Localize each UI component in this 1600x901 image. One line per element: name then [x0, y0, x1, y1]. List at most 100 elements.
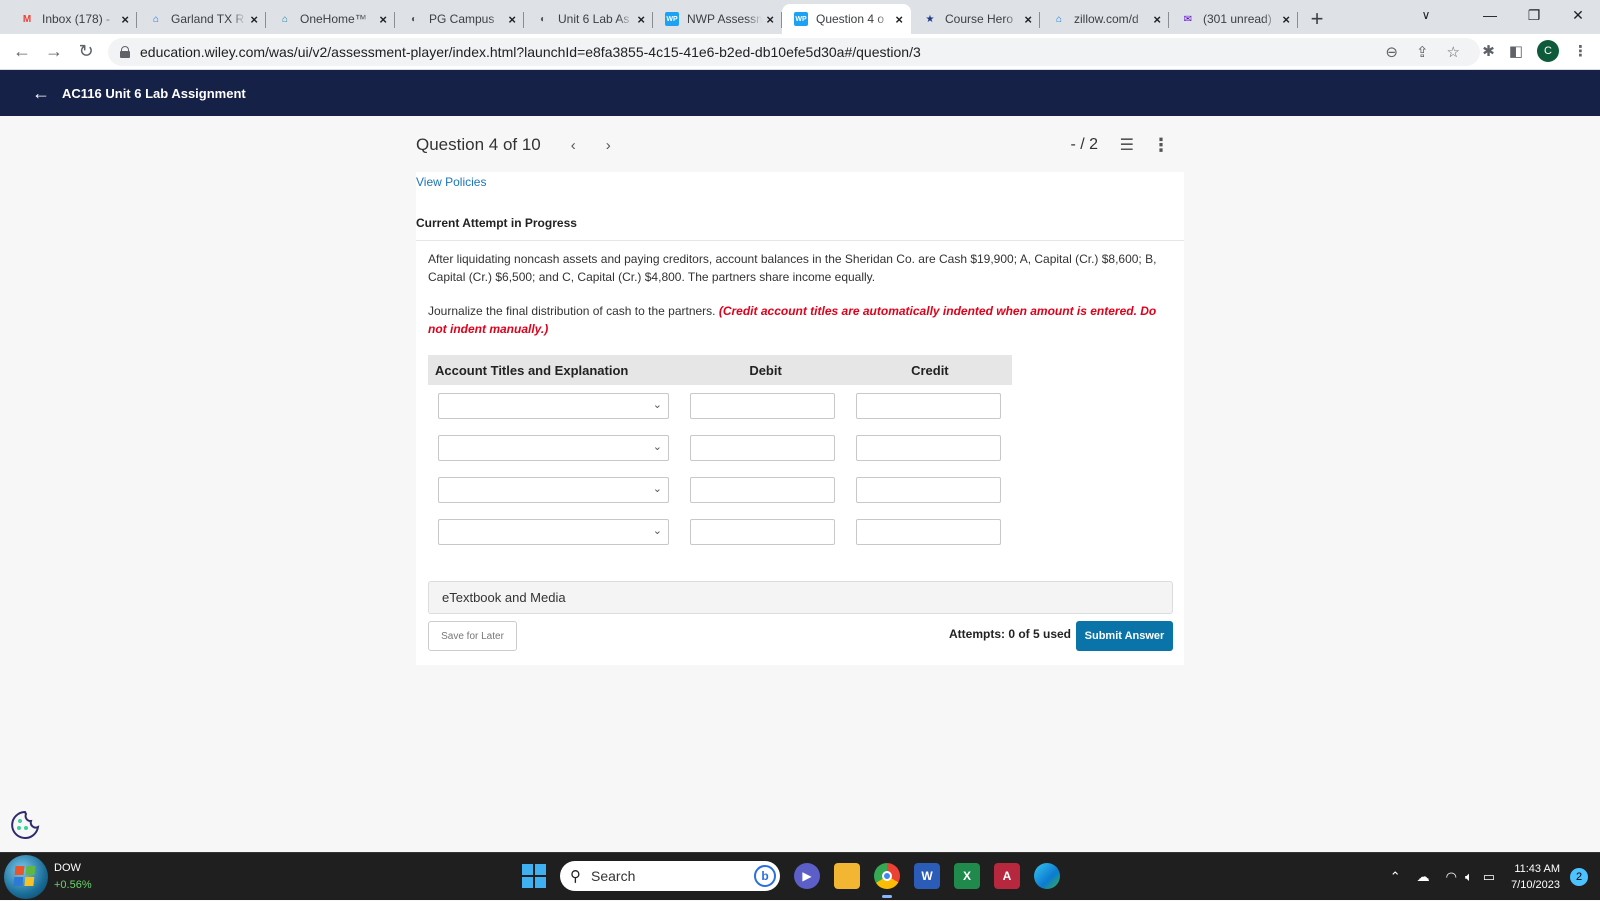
browser-tab[interactable]: ✉ (301 unread) × — [1169, 4, 1298, 34]
onedrive-icon[interactable]: ☁ — [1417, 869, 1430, 885]
browser-tab[interactable]: ⌂ OneHome™ × — [266, 4, 395, 34]
tab-title: Question 4 o — [816, 12, 885, 26]
divider — [416, 240, 1184, 241]
account-select[interactable]: ⌄ — [438, 519, 669, 545]
profile-avatar[interactable]: C — [1537, 40, 1559, 62]
journal-row: ⌄ — [428, 511, 1012, 553]
system-tray: ⌃ ☁ ◠ 🔈︎ ▭ 11:43 AM 7/10/2023 2 — [1390, 853, 1600, 901]
access-icon[interactable]: A — [994, 863, 1020, 889]
header-account: Account Titles and Explanation — [435, 362, 629, 378]
browser-tab[interactable]: WP NWP Assessm × — [653, 4, 782, 34]
close-tab-icon[interactable]: × — [1153, 12, 1161, 27]
close-tab-icon[interactable]: × — [895, 12, 903, 27]
chrome-icon[interactable] — [874, 863, 900, 898]
reload-button[interactable]: ↻ — [70, 41, 102, 62]
account-select[interactable]: ⌄ — [438, 477, 669, 503]
browser-tab[interactable]: ⌂ Garland TX R × — [137, 4, 266, 34]
browser-toolbar: ← → ↻ education.wiley.com/was/ui/v2/asse… — [0, 34, 1600, 70]
credit-input[interactable] — [856, 435, 1001, 461]
tab-title: NWP Assessm — [687, 12, 763, 26]
close-window-button[interactable]: ✕ — [1556, 7, 1600, 24]
forward-button[interactable]: → — [38, 41, 70, 62]
tab-search-icon[interactable]: ∨ — [1404, 8, 1448, 22]
show-hidden-icons[interactable]: ⌃ — [1390, 869, 1401, 885]
browser-tab[interactable]: M Inbox (178) - × — [8, 4, 137, 34]
word-icon[interactable]: W — [914, 863, 940, 889]
account-select[interactable]: ⌄ — [438, 393, 669, 419]
share-icon[interactable]: ⇪ — [1416, 43, 1429, 61]
credit-input[interactable] — [856, 393, 1001, 419]
close-tab-icon[interactable]: × — [1024, 12, 1032, 27]
header-credit: Credit — [911, 362, 949, 378]
minimize-button[interactable]: — — [1468, 7, 1512, 23]
taskbar-search[interactable]: ⚲ Search b — [560, 861, 780, 891]
account-select[interactable]: ⌄ — [438, 435, 669, 461]
journal-row: ⌄ — [428, 469, 1012, 511]
app-header: ← AC116 Unit 6 Lab Assignment — [0, 70, 1600, 116]
bing-icon[interactable]: b — [754, 865, 776, 887]
submit-answer-button[interactable]: Submit Answer — [1076, 621, 1173, 651]
campus-icon: ◐ — [539, 13, 547, 25]
tab-title: zillow.com/d — [1074, 12, 1139, 26]
clock[interactable]: 11:43 AM 7/10/2023 — [1511, 861, 1560, 893]
volume-icon[interactable]: 🔈︎ — [1465, 869, 1473, 885]
save-for-later-button[interactable]: Save for Later — [428, 621, 517, 651]
stock-widget[interactable]: DOW +0.56% — [4, 855, 92, 899]
extensions-icon[interactable]: ✱ — [1482, 42, 1495, 60]
tab-title: Course Hero — [945, 12, 1014, 26]
zoom-out-icon[interactable]: ⊖ — [1385, 43, 1398, 61]
side-panel-icon[interactable]: ◧ — [1509, 42, 1523, 60]
next-question-button[interactable]: › — [606, 137, 611, 154]
start-button[interactable] — [522, 864, 546, 888]
browser-tab[interactable]: WP Question 4 o × — [782, 4, 911, 34]
debit-input[interactable] — [690, 435, 835, 461]
excel-icon[interactable]: X — [954, 863, 980, 889]
browser-menu-icon[interactable]: ⋮ — [1573, 42, 1588, 60]
tab-title: Inbox (178) - — [42, 12, 111, 26]
close-tab-icon[interactable]: × — [121, 12, 129, 27]
teams-icon[interactable]: ▶ — [794, 863, 820, 889]
cookie-settings-icon[interactable] — [9, 809, 41, 841]
back-button[interactable]: ← — [6, 41, 38, 62]
url-text[interactable]: education.wiley.com/was/ui/v2/assessment… — [140, 44, 921, 60]
journal-header-row: Account Titles and Explanation Debit Cre… — [428, 355, 1012, 385]
address-bar[interactable]: education.wiley.com/was/ui/v2/assessment… — [108, 38, 1480, 66]
close-tab-icon[interactable]: × — [508, 12, 516, 27]
browser-tab[interactable]: ⌂ zillow.com/d × — [1040, 4, 1169, 34]
etextbook-media-panel[interactable]: eTextbook and Media — [428, 581, 1173, 614]
close-tab-icon[interactable]: × — [250, 12, 258, 27]
battery-icon[interactable]: ▭ — [1483, 869, 1495, 885]
previous-question-button[interactable]: ‹ — [571, 137, 576, 154]
more-options-icon[interactable]: ⋮ — [1152, 135, 1170, 156]
browser-tab[interactable]: ★ Course Hero × — [911, 4, 1040, 34]
question-card: View Policies Current Attempt in Progres… — [416, 172, 1184, 665]
debit-input[interactable] — [690, 393, 835, 419]
chevron-down-icon: ⌄ — [652, 441, 662, 453]
zillow-icon: ⌂ — [1055, 13, 1063, 25]
bookmark-star-icon[interactable]: ☆ — [1447, 43, 1460, 61]
notification-badge[interactable]: 2 — [1570, 868, 1588, 886]
edge-icon[interactable] — [1034, 863, 1060, 889]
close-tab-icon[interactable]: × — [766, 12, 774, 27]
browser-tab[interactable]: ◐ Unit 6 Lab As × — [524, 4, 653, 34]
chevron-down-icon: ⌄ — [652, 483, 662, 495]
credit-input[interactable] — [856, 477, 1001, 503]
view-policies-link[interactable]: View Policies — [416, 175, 486, 189]
course-title[interactable]: AC116 Unit 6 Lab Assignment — [62, 86, 246, 101]
restore-button[interactable]: ❐ — [1512, 7, 1556, 24]
time: 11:43 AM — [1514, 863, 1560, 875]
credit-input[interactable] — [856, 519, 1001, 545]
window-controls: ∨ — ❐ ✕ — [1404, 0, 1600, 30]
close-tab-icon[interactable]: × — [1282, 12, 1290, 27]
wifi-icon[interactable]: ◠ — [1446, 869, 1457, 885]
file-explorer-icon[interactable] — [834, 863, 860, 889]
browser-tab[interactable]: ◐ PG Campus × — [395, 4, 524, 34]
back-arrow-icon[interactable]: ← — [32, 83, 50, 104]
question-list-icon[interactable]: ☰ — [1120, 135, 1134, 155]
new-tab-button[interactable]: + — [1302, 4, 1332, 34]
taskbar: DOW +0.56% ⚲ Search b ▶ W X A ⌃ ☁ ◠ 🔈︎ ▭… — [0, 852, 1600, 900]
close-tab-icon[interactable]: × — [637, 12, 645, 27]
close-tab-icon[interactable]: × — [379, 12, 387, 27]
debit-input[interactable] — [690, 519, 835, 545]
debit-input[interactable] — [690, 477, 835, 503]
